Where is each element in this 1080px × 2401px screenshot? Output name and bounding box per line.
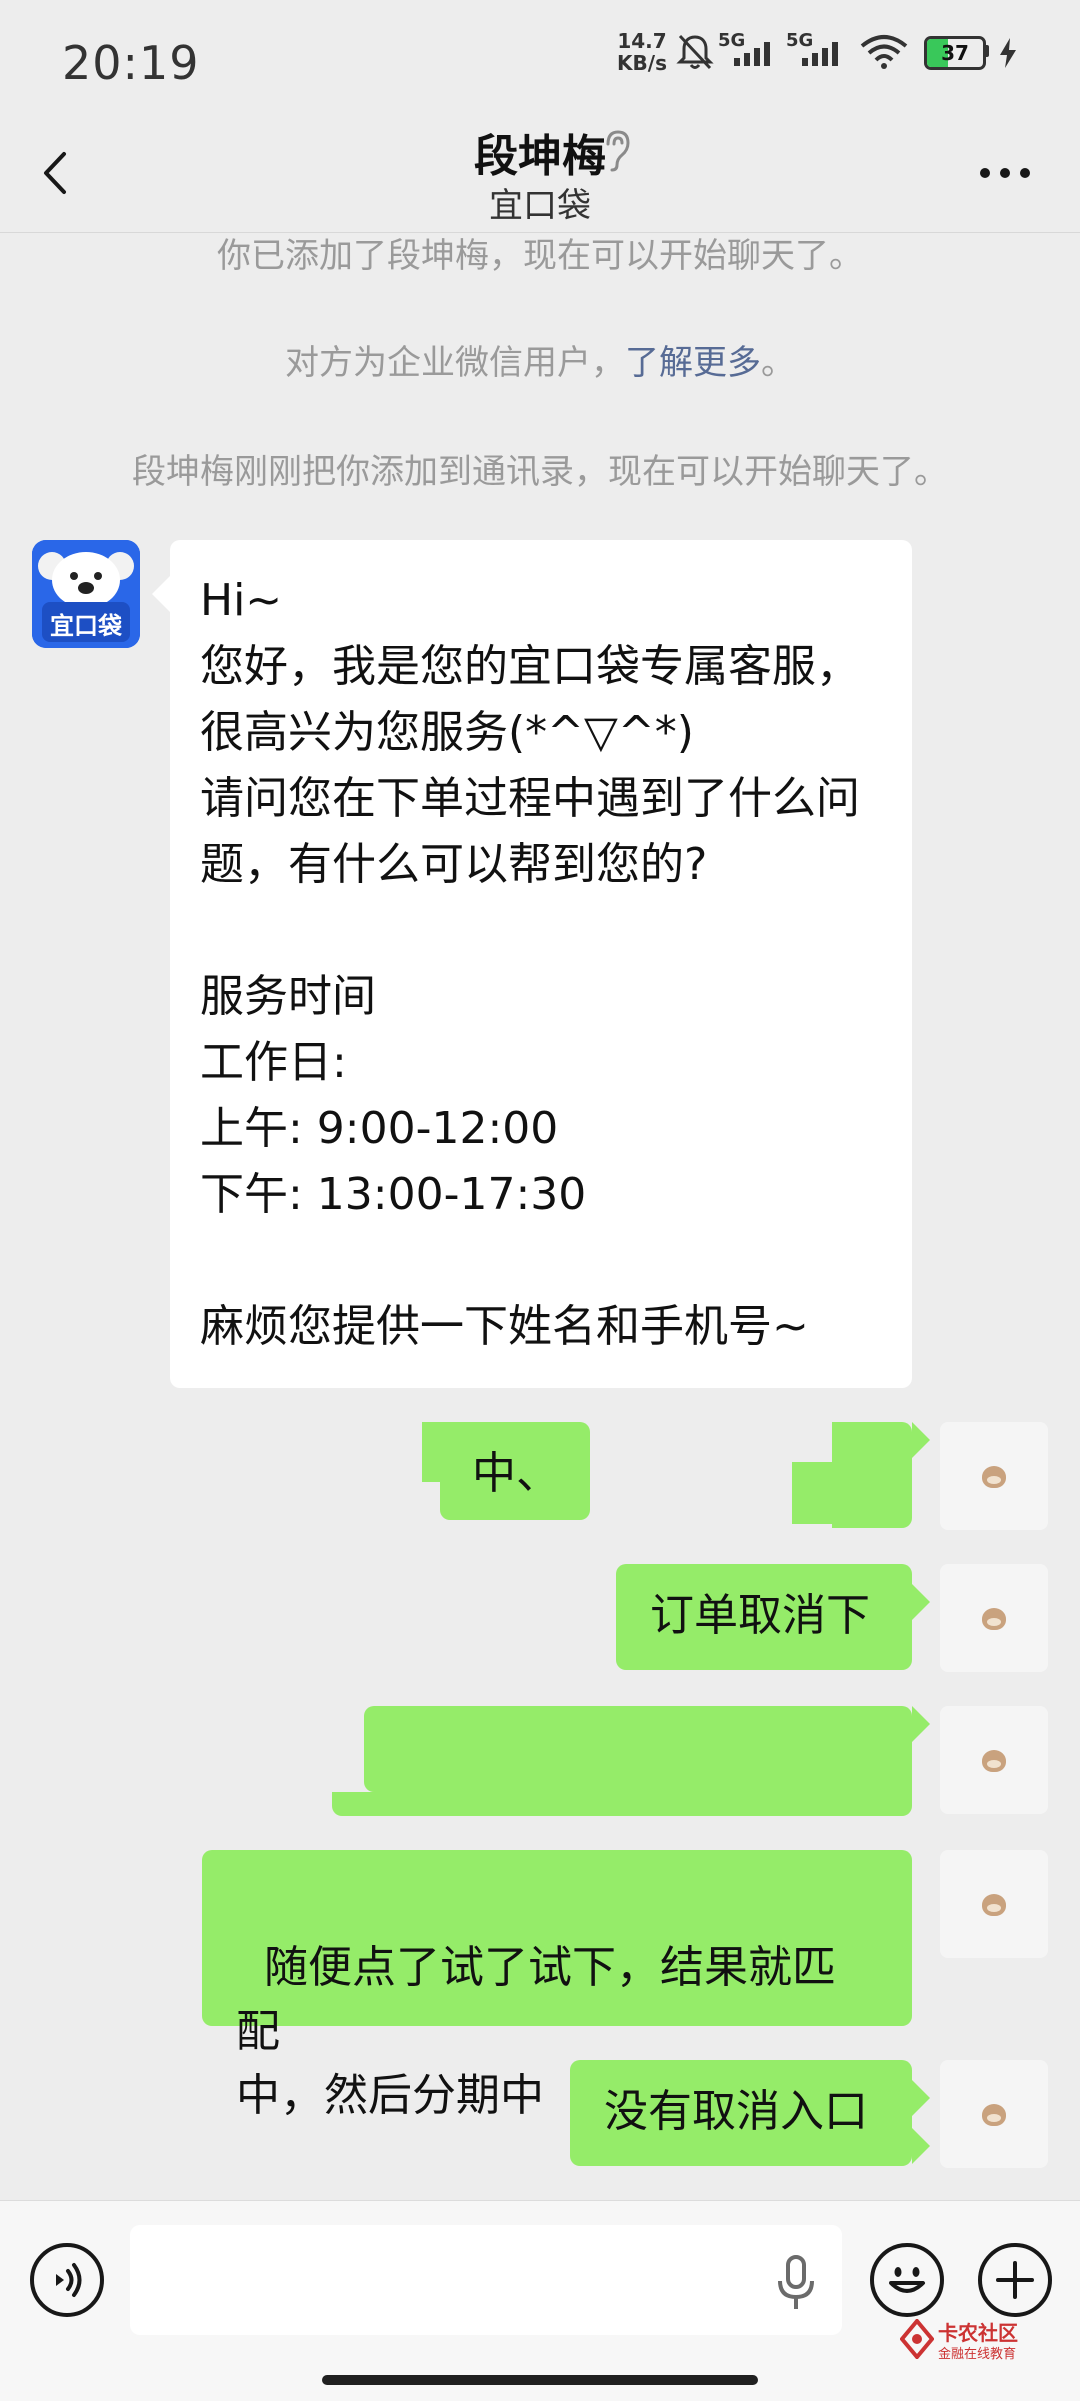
bot-avatar-label: 宜口袋 (50, 612, 122, 640)
my-message-text: 没有取消入口 (604, 2086, 868, 2137)
more-options-button[interactable] (975, 158, 1035, 188)
home-indicator[interactable] (322, 2375, 758, 2385)
enterprise-notice-suffix: 。 (761, 343, 795, 383)
bot-avatar[interactable]: 宜口袋 (32, 540, 140, 648)
network-speed: 14.7 KB/s (612, 30, 672, 74)
chat-header: 段坤梅 宜口袋 (0, 120, 1080, 233)
status-time: 20:19 (62, 36, 200, 90)
my-message-bubble[interactable]: 中、 (422, 1422, 930, 1528)
my-avatar[interactable] (940, 2060, 1048, 2168)
watermark-subtitle: 金融在线教育 (938, 2347, 1017, 2362)
watermark-title: 卡农社区 (938, 2321, 1018, 2345)
signal-bars-icon (734, 42, 770, 66)
my-avatar[interactable] (940, 1564, 1048, 1672)
avatar-face-icon (982, 1894, 1006, 1916)
system-message-enterprise: 对方为企业微信用户，了解更多。 (0, 335, 1080, 384)
earpiece-mode-icon (606, 130, 630, 172)
my-avatar[interactable] (940, 1706, 1048, 1814)
input-bar: 卡农社区 金融在线教育 (0, 2200, 1080, 2401)
battery-indicator: 37 (924, 36, 986, 70)
my-avatar[interactable] (940, 1850, 1048, 1958)
avatar-face-icon (982, 1750, 1006, 1772)
bot-message-bubble[interactable]: Hi~ 您好，我是您的宜口袋专属客服， 很高兴为您服务(*^▽^*) 请问您在下… (152, 540, 912, 1388)
my-avatar[interactable] (940, 1422, 1048, 1530)
chat-title-area[interactable]: 段坤梅 宜口袋 (300, 120, 780, 232)
battery-cap (984, 45, 989, 57)
bot-message-text: Hi~ 您好，我是您的宜口袋专属客服， 很高兴为您服务(*^▽^*) 请问您在下… (200, 575, 860, 1352)
network-speed-value: 14.7 (617, 29, 667, 53)
charging-bolt-icon (1000, 38, 1016, 68)
emoji-button[interactable] (870, 2243, 944, 2317)
system-message-contact-added: 段坤梅刚刚把你添加到通讯录，现在可以开始聊天了。 (132, 452, 948, 492)
my-message-bubble[interactable]: 没有取消入口 (570, 2060, 930, 2166)
bubble-fragment (422, 1422, 462, 1482)
watermark-logo-icon (900, 2319, 934, 2359)
battery-level: 37 (941, 41, 969, 65)
bubble-fragment (332, 1792, 912, 1816)
back-button[interactable] (30, 138, 90, 208)
network-speed-unit: KB/s (617, 51, 667, 75)
chat-title: 段坤梅 (474, 131, 606, 182)
system-message-added: 你已添加了段坤梅，现在可以开始聊天了。 (217, 236, 863, 276)
signal-bars-icon (802, 42, 838, 66)
avatar-face-icon (982, 2104, 1006, 2126)
my-message-bubble[interactable] (364, 1706, 930, 1792)
my-message-text: 中、 (472, 1448, 560, 1499)
avatar-face-icon (982, 1608, 1006, 1630)
chat-subtitle: 宜口袋 (489, 186, 591, 226)
mute-bell-icon (676, 34, 714, 70)
bubble-fragment (792, 1462, 852, 1524)
voice-input-button[interactable] (30, 2243, 104, 2317)
my-message-text: 订单取消下 (650, 1590, 870, 1641)
microphone-icon[interactable] (772, 2253, 820, 2313)
emoji-icon (889, 2267, 925, 2293)
my-message-bubble[interactable]: 订单取消下 (616, 1564, 930, 1670)
wifi-icon (860, 35, 908, 69)
message-input[interactable] (130, 2225, 842, 2335)
voice-icon (56, 2263, 82, 2297)
avatar-face-icon (982, 1466, 1006, 1488)
more-functions-button[interactable] (978, 2243, 1052, 2317)
my-message-bubble[interactable]: 随便点了试了试下，结果就匹配 中，然后分期中 (202, 1850, 930, 2164)
plus-icon (996, 2261, 1034, 2299)
watermark: 卡农社区 金融在线教育 (900, 2313, 1050, 2369)
enterprise-notice-text: 对方为企业微信用户， (285, 343, 625, 383)
learn-more-link[interactable]: 了解更多 (625, 343, 761, 383)
status-bar: 20:19 14.7 KB/s 5G 5G 37 (0, 0, 1080, 120)
